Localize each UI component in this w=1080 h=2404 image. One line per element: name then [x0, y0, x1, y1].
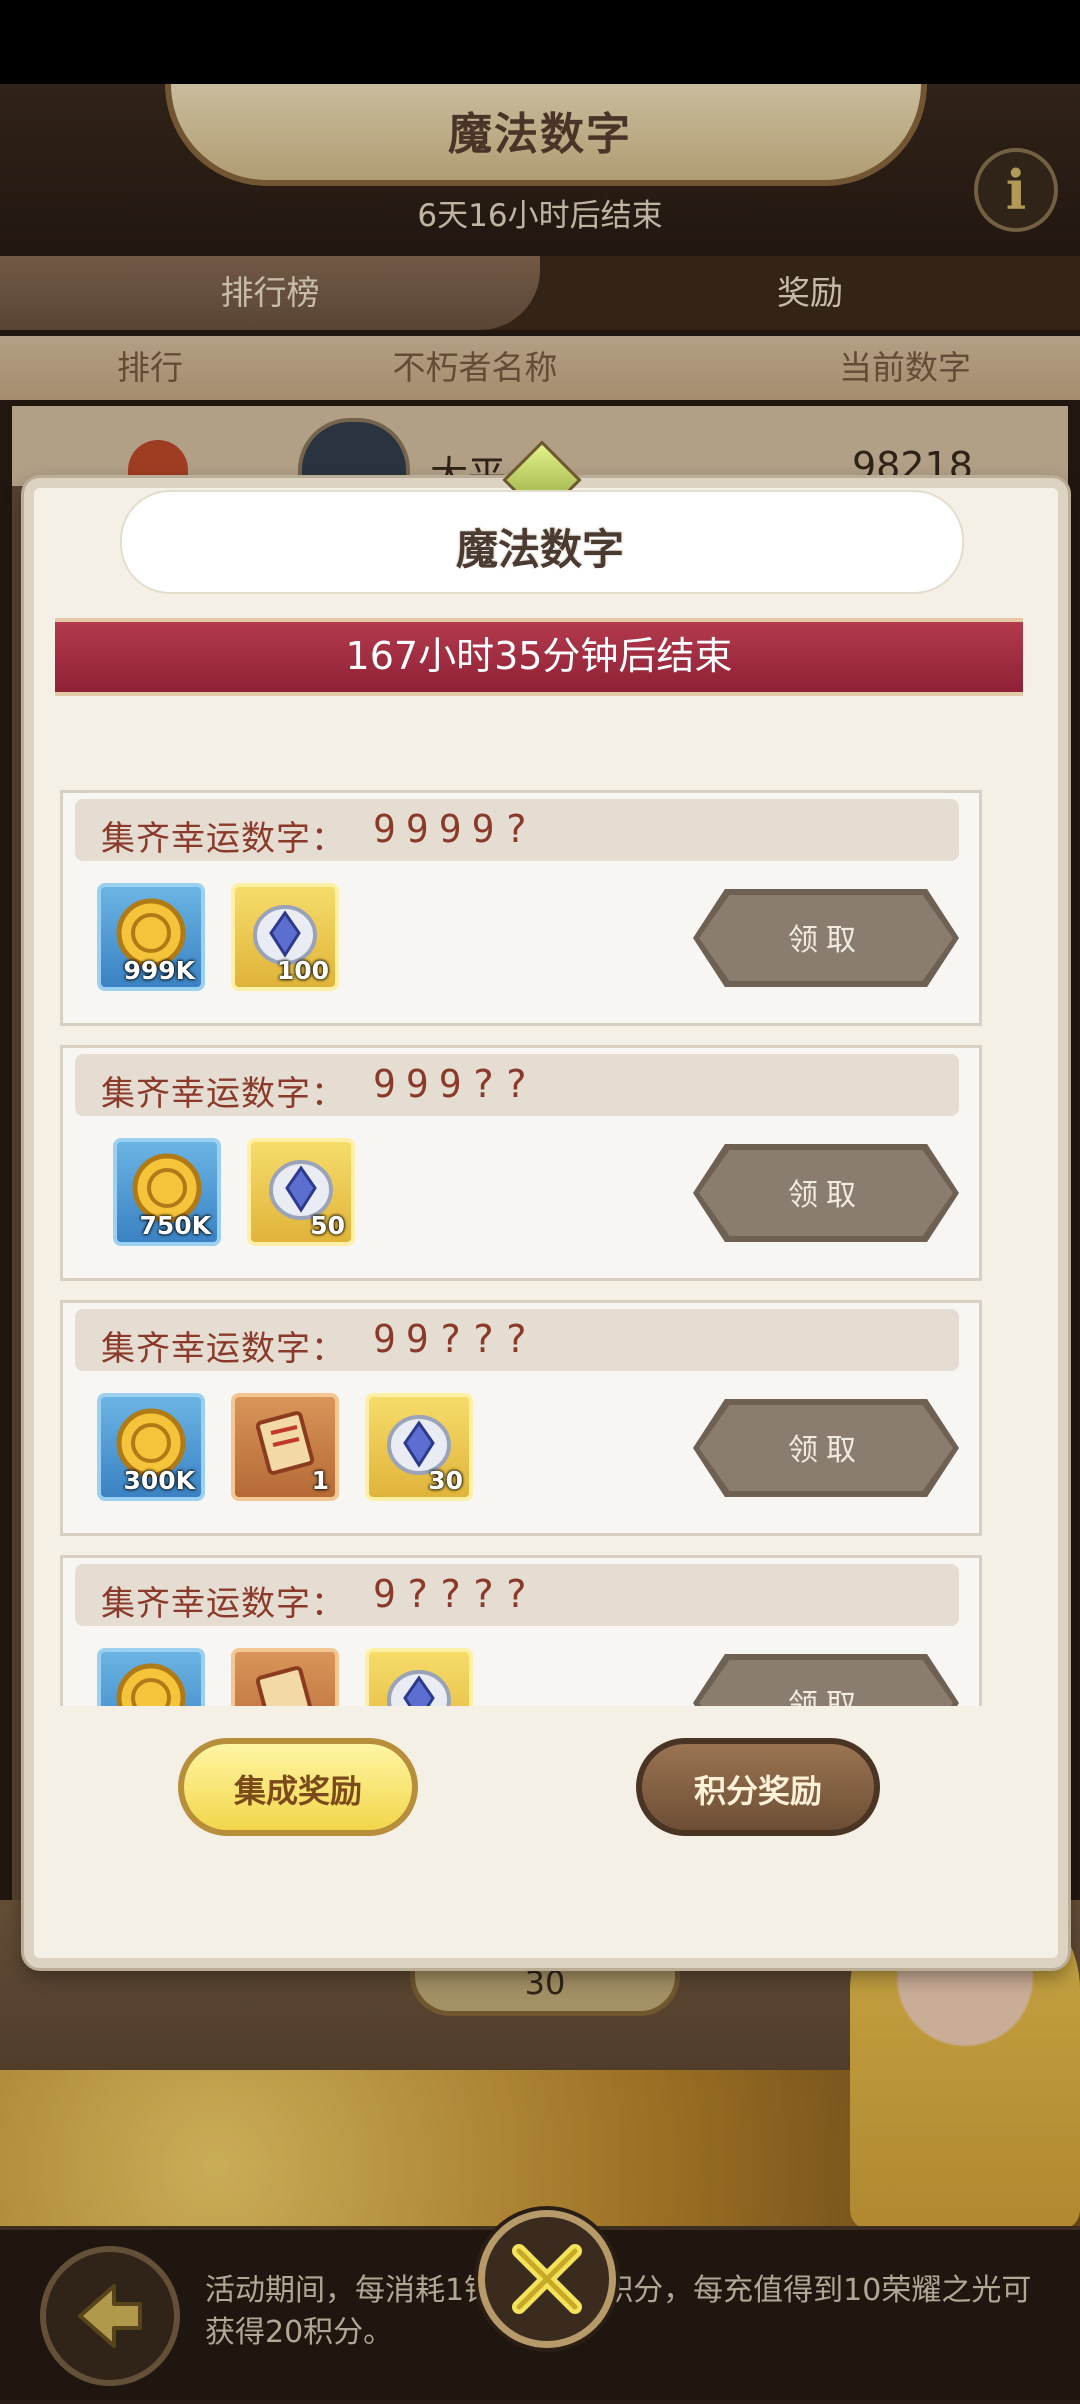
reward-card: 集齐幸运数字： 999?? 750K 50 领取	[60, 1045, 982, 1281]
card-header: 集齐幸运数字： 9999?	[75, 799, 959, 861]
close-icon	[512, 2244, 582, 2314]
timer-text: 167小时35分钟后结束	[345, 634, 733, 678]
reward-item-crystal[interactable]: 30	[365, 1393, 473, 1501]
close-button[interactable]	[478, 2210, 616, 2348]
gold-coin-icon	[116, 1663, 186, 1706]
item-count: 750K	[139, 1211, 211, 1240]
reward-list[interactable]: 集齐幸运数字： 9999? 999K 100 领取 集齐幸运数字： 999??	[60, 790, 984, 1706]
card-label: 集齐幸运数字：	[101, 1074, 346, 1114]
reward-card: 集齐幸运数字： 9???? 领取	[60, 1555, 982, 1706]
card-header: 集齐幸运数字： 999??	[75, 1054, 959, 1116]
card-label: 集齐幸运数字：	[101, 1584, 346, 1624]
card-header: 集齐幸运数字： 9????	[75, 1564, 959, 1626]
reward-item-scroll[interactable]: 1	[231, 1393, 339, 1501]
claim-button[interactable]: 领取	[693, 889, 959, 987]
claim-button[interactable]: 领取	[693, 1399, 959, 1497]
item-count: 50	[310, 1211, 345, 1240]
reward-item-gold[interactable]: 750K	[113, 1138, 221, 1246]
item-count: 30	[428, 1466, 463, 1495]
reward-item-scroll[interactable]	[231, 1648, 339, 1706]
item-count: 999K	[123, 956, 195, 985]
reward-item-crystal[interactable]	[365, 1648, 473, 1706]
claim-label: 领取	[788, 923, 864, 958]
reward-item-gold[interactable]: 300K	[97, 1393, 205, 1501]
dialog-title: 魔法数字	[455, 525, 624, 574]
status-bar	[0, 0, 1080, 84]
crystal-stone-icon	[387, 1670, 451, 1706]
reward-item-gold[interactable]	[97, 1648, 205, 1706]
claim-label: 领取	[788, 1178, 864, 1213]
claim-button[interactable]: 领取	[693, 1654, 959, 1706]
lucky-digits: 99???	[373, 1317, 538, 1361]
reward-item-gold[interactable]: 999K	[97, 883, 205, 991]
claim-button[interactable]: 领取	[693, 1144, 959, 1242]
scroll-icon	[255, 1666, 315, 1706]
item-count: 100	[276, 956, 329, 985]
reward-item-crystal[interactable]: 50	[247, 1138, 355, 1246]
claim-label: 领取	[788, 1433, 864, 1468]
points-rewards-label: 积分奖励	[693, 1772, 822, 1810]
claim-label: 领取	[788, 1688, 864, 1706]
lucky-digits: 9????	[373, 1572, 538, 1616]
card-header: 集齐幸运数字： 99???	[75, 1309, 959, 1371]
reward-item-crystal[interactable]: 100	[231, 883, 339, 991]
collect-rewards-label: 集成奖励	[233, 1772, 362, 1810]
item-count: 300K	[123, 1466, 195, 1495]
card-label: 集齐幸运数字：	[101, 819, 346, 859]
item-count: 1	[311, 1466, 329, 1495]
card-label: 集齐幸运数字：	[101, 1329, 346, 1369]
lucky-digits: 999??	[373, 1062, 538, 1106]
reward-card: 集齐幸运数字： 9999? 999K 100 领取	[60, 790, 982, 1026]
reward-card: 集齐幸运数字： 99??? 300K 1 30 领取	[60, 1300, 982, 1536]
lucky-digits: 9999?	[373, 807, 538, 851]
